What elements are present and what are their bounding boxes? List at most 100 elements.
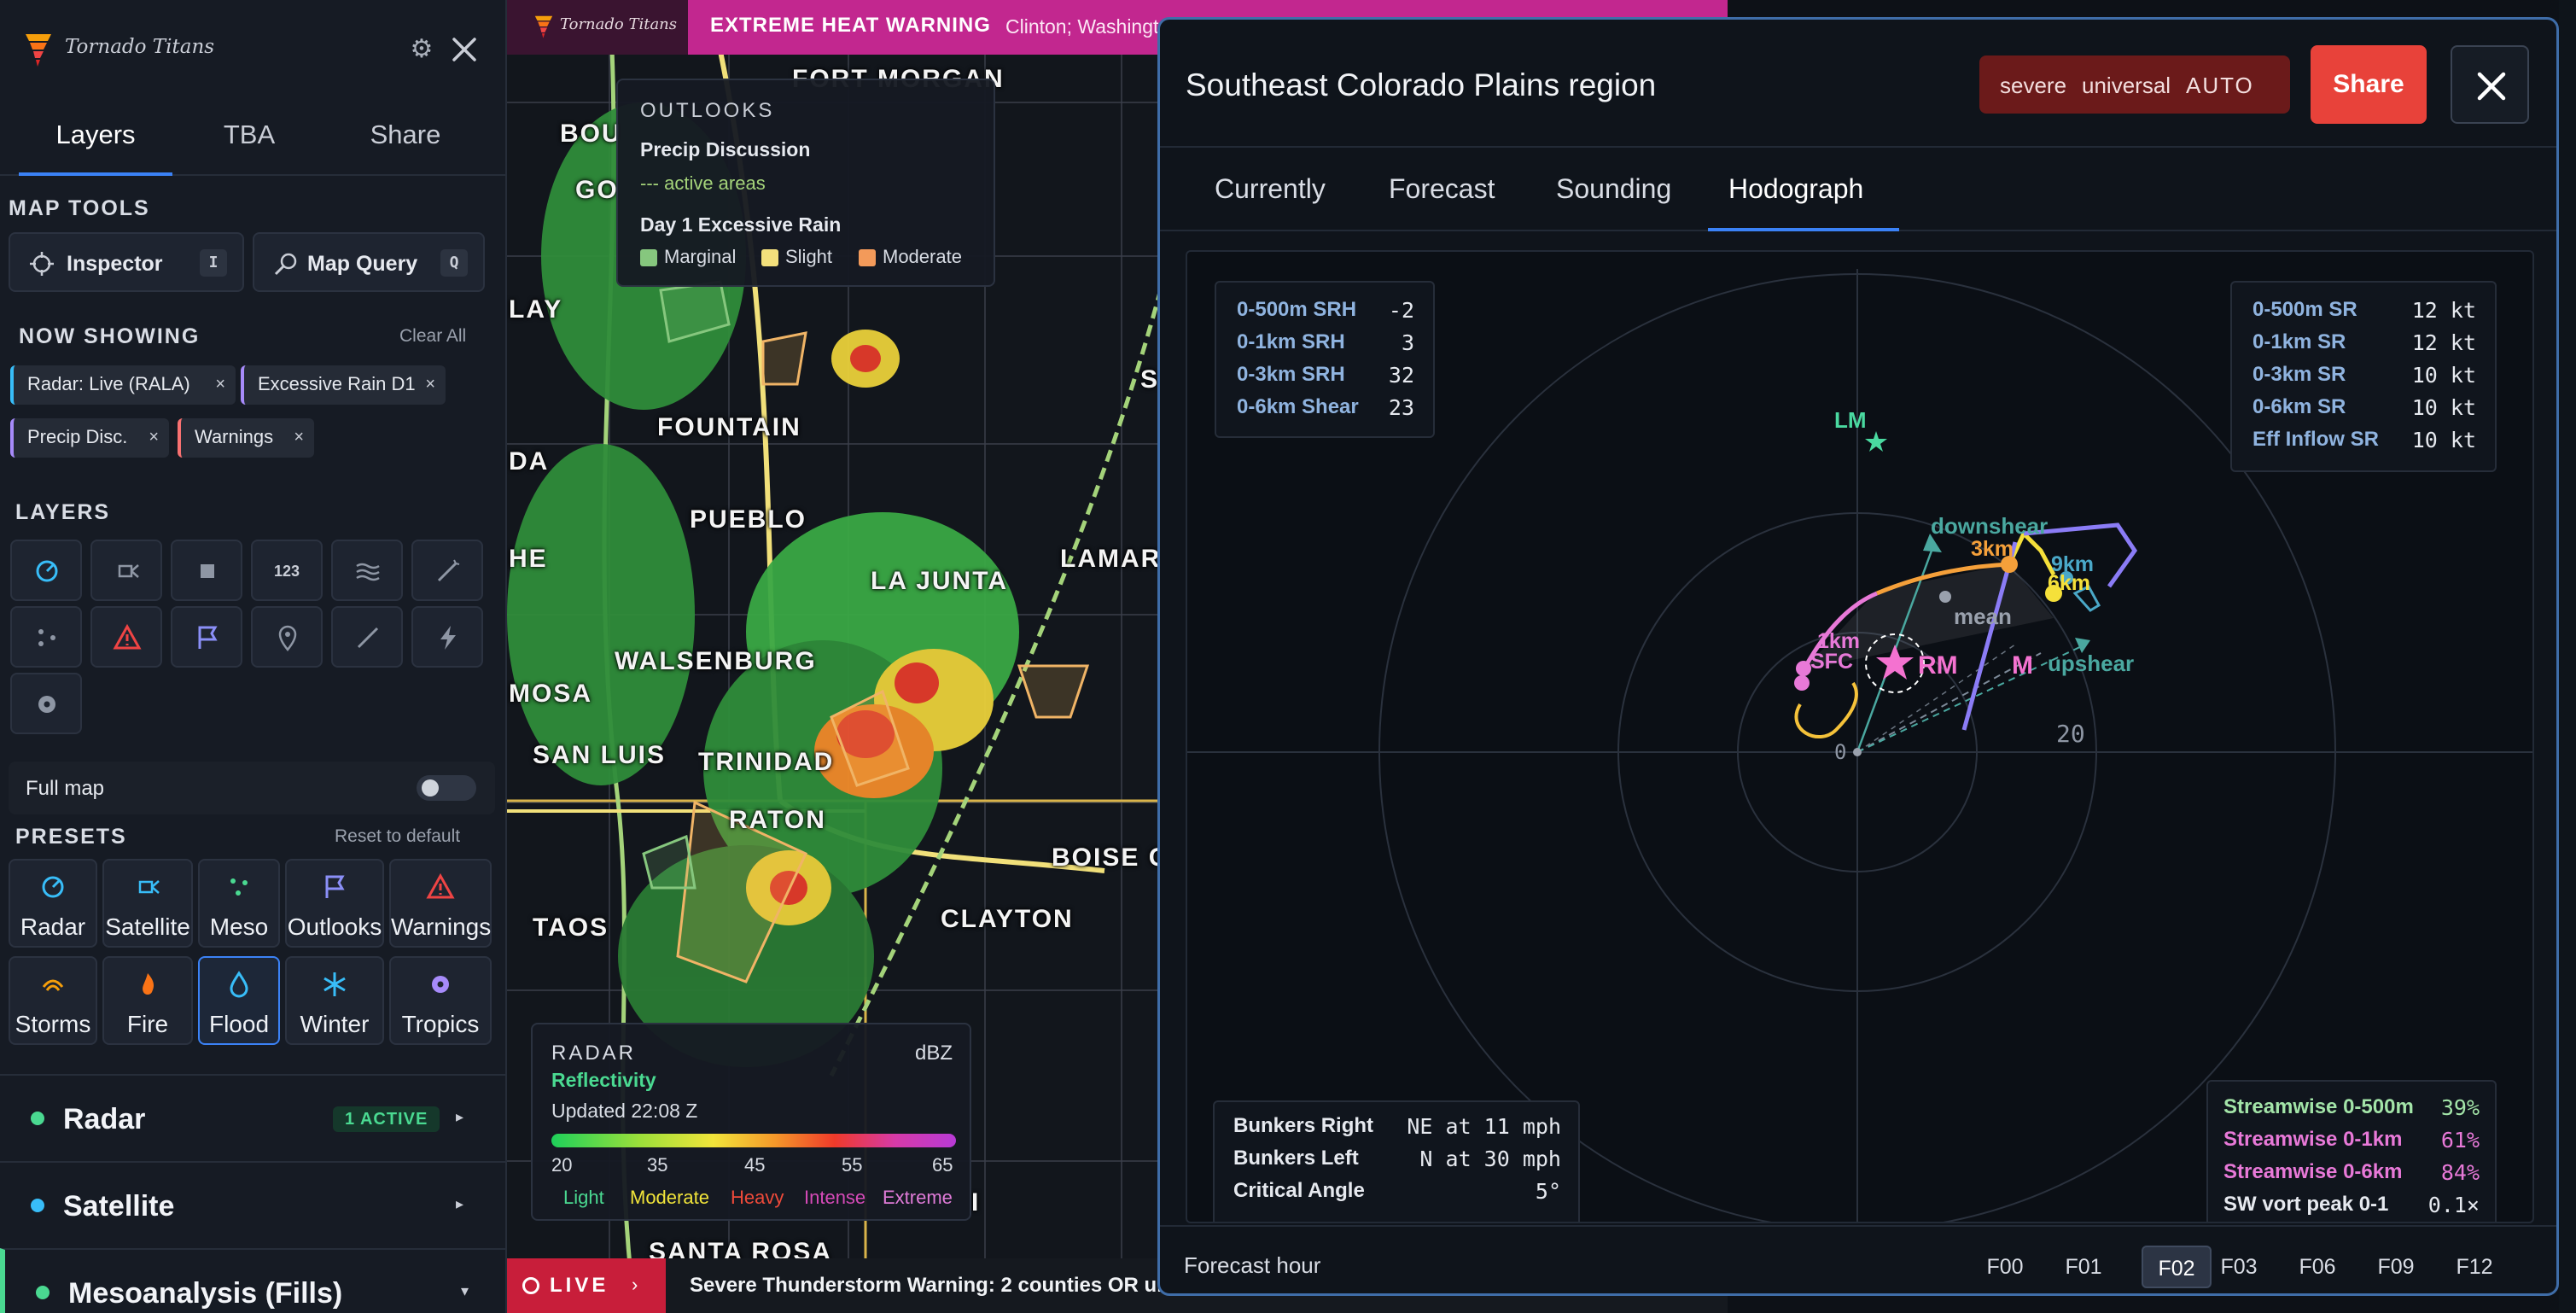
chip-remove-icon[interactable]: × bbox=[425, 365, 435, 403]
preset-winter[interactable]: Winter bbox=[285, 956, 384, 1045]
expand-arrow-icon[interactable]: ▾ bbox=[461, 1282, 469, 1300]
preset-radar[interactable]: Radar bbox=[9, 859, 97, 948]
chip-remove-icon[interactable]: × bbox=[215, 365, 225, 403]
tab-currently[interactable]: Currently bbox=[1215, 173, 1326, 205]
chip-label: Excessive Rain D1 bbox=[258, 373, 416, 394]
tab-tba[interactable]: TBA bbox=[198, 99, 300, 176]
satellite-icon bbox=[118, 564, 139, 578]
sr-value: 10 kt bbox=[2411, 428, 2476, 452]
active-tab-indicator bbox=[1708, 228, 1899, 231]
inspector-button[interactable]: Inspector I bbox=[9, 232, 244, 292]
layer-fill-button[interactable] bbox=[171, 540, 242, 601]
preset-fire[interactable]: Fire bbox=[102, 956, 193, 1045]
layer-numbers-button[interactable]: 123 bbox=[251, 540, 323, 601]
reset-to-default-link[interactable]: Reset to default bbox=[335, 826, 460, 847]
bunkers-key: Critical Angle bbox=[1233, 1179, 1365, 1202]
sr-key: 0-3km SR bbox=[2253, 363, 2346, 386]
tab-share[interactable]: Share bbox=[350, 99, 461, 176]
inspector-shortcut: I bbox=[200, 249, 227, 277]
preset-tropics[interactable]: Tropics bbox=[389, 956, 492, 1045]
full-map-toggle[interactable] bbox=[417, 775, 476, 801]
bunkers-value: N at 30 mph bbox=[1419, 1147, 1561, 1171]
excessive-rain-title: Day 1 Excessive Rain bbox=[640, 213, 842, 236]
layer-lightning-button[interactable] bbox=[411, 606, 483, 668]
accordion-mesoanalysis[interactable]: Mesoanalysis (Fills) ▾ bbox=[0, 1248, 505, 1313]
tab-sounding[interactable]: Sounding bbox=[1556, 173, 1671, 205]
layer-radar-button[interactable] bbox=[10, 540, 82, 601]
chip-label: Radar: Live (RALA) bbox=[27, 373, 190, 394]
sr-value: 10 kt bbox=[2411, 395, 2476, 420]
preset-outlooks[interactable]: Outlooks bbox=[285, 859, 384, 948]
preset-satellite[interactable]: Satellite bbox=[102, 859, 193, 948]
line-icon bbox=[357, 627, 379, 649]
full-map-label: Full map bbox=[26, 777, 105, 800]
bunkers-key: Bunkers Left bbox=[1233, 1147, 1359, 1170]
city-label: GO bbox=[575, 176, 619, 204]
layer-wind-button[interactable] bbox=[331, 540, 403, 601]
dbz-tick: 65 bbox=[932, 1154, 953, 1176]
layer-lines-button[interactable] bbox=[331, 606, 403, 668]
settings-gear-icon[interactable]: ⚙ bbox=[406, 34, 437, 65]
city-label: SAN LUIS bbox=[533, 741, 667, 769]
chip-remove-icon[interactable]: × bbox=[149, 418, 159, 456]
now-showing-heading: NOW SHOWING bbox=[19, 324, 201, 348]
preset-meso[interactable]: Meso bbox=[198, 859, 280, 948]
tab-layers[interactable]: Layers bbox=[19, 99, 172, 176]
preset-label: Fire bbox=[126, 1011, 169, 1037]
radar-product: Reflectivity bbox=[551, 1069, 656, 1091]
accordion-radar[interactable]: Radar 1 ACTIVE ▸ bbox=[0, 1074, 505, 1159]
chip-radar-live: Radar: Live (RALA) × bbox=[10, 365, 236, 405]
bunkers-value: 5° bbox=[1535, 1179, 1561, 1204]
close-panel-button[interactable] bbox=[2451, 45, 2529, 124]
preset-flood[interactable]: Flood bbox=[198, 956, 280, 1045]
close-sidebar-icon[interactable] bbox=[447, 32, 481, 67]
layer-warnings-button[interactable] bbox=[90, 606, 162, 668]
tab-forecast[interactable]: Forecast bbox=[1389, 173, 1495, 205]
forecast-hour-button[interactable]: F03 bbox=[2203, 1246, 2275, 1288]
preset-storms[interactable]: Storms bbox=[9, 956, 97, 1045]
chip-label: Warnings bbox=[195, 426, 274, 447]
mode-selector[interactable]: severe universal AUTO bbox=[1979, 55, 2290, 114]
layer-satellite-button[interactable] bbox=[90, 540, 162, 601]
streamwise-value: 61% bbox=[2440, 1128, 2480, 1153]
precip-active-areas: --- active areas bbox=[640, 172, 766, 194]
clear-all-link[interactable]: Clear All bbox=[399, 326, 466, 347]
full-map-row: Full map bbox=[9, 762, 495, 814]
expand-arrow-icon[interactable]: ▸ bbox=[456, 1195, 463, 1213]
share-button[interactable]: Share bbox=[2311, 45, 2427, 124]
preset-warnings[interactable]: Warnings bbox=[389, 859, 492, 948]
forecast-hour-button[interactable]: F12 bbox=[2439, 1246, 2510, 1288]
forecast-hour-button[interactable]: F00 bbox=[1969, 1246, 2041, 1288]
layer-places-button[interactable] bbox=[251, 606, 323, 668]
wand-icon bbox=[437, 559, 460, 582]
forecast-hour-button-active[interactable]: F02 bbox=[2142, 1246, 2212, 1288]
sr-key: 0-1km SR bbox=[2253, 330, 2346, 353]
layer-tools-button[interactable] bbox=[411, 540, 483, 601]
chip-remove-icon[interactable]: × bbox=[294, 418, 304, 456]
bunkers-table: Bunkers Right NE at 11 mph Bunkers Left … bbox=[1213, 1100, 1580, 1222]
accordion-satellite[interactable]: Satellite ▸ bbox=[0, 1161, 505, 1246]
marginal-label: Marginal bbox=[664, 246, 737, 267]
reflectivity-gradient bbox=[551, 1134, 956, 1147]
layer-meso-button[interactable] bbox=[10, 606, 82, 668]
layer-tropics-button[interactable] bbox=[10, 673, 82, 734]
layer-outlooks-button[interactable] bbox=[171, 606, 242, 668]
hurricane-icon bbox=[38, 696, 55, 713]
streamwise-key: Streamwise 0-500m bbox=[2223, 1095, 2414, 1118]
expand-arrow-icon[interactable]: ▸ bbox=[456, 1108, 463, 1126]
forecast-hour-button[interactable]: F09 bbox=[2360, 1246, 2432, 1288]
mean-label: mean bbox=[1954, 604, 2012, 629]
warning-icon bbox=[113, 623, 142, 650]
map-query-button[interactable]: Map Query Q bbox=[253, 232, 485, 292]
presets-heading: PRESETS bbox=[15, 825, 127, 849]
chip-label: Precip Disc. bbox=[27, 426, 128, 447]
forecast-hour-button[interactable]: F06 bbox=[2282, 1246, 2353, 1288]
live-badge[interactable]: LIVE › bbox=[507, 1258, 666, 1313]
map-tools-heading: MAP TOOLS bbox=[9, 196, 150, 220]
city-label: RATON bbox=[729, 806, 826, 834]
forecast-hour-button[interactable]: F01 bbox=[2048, 1246, 2119, 1288]
category-extreme: Extreme bbox=[883, 1187, 953, 1208]
dbz-tick: 35 bbox=[647, 1154, 668, 1176]
city-label: MOSA bbox=[509, 680, 592, 708]
tab-hodograph[interactable]: Hodograph bbox=[1728, 173, 1863, 205]
